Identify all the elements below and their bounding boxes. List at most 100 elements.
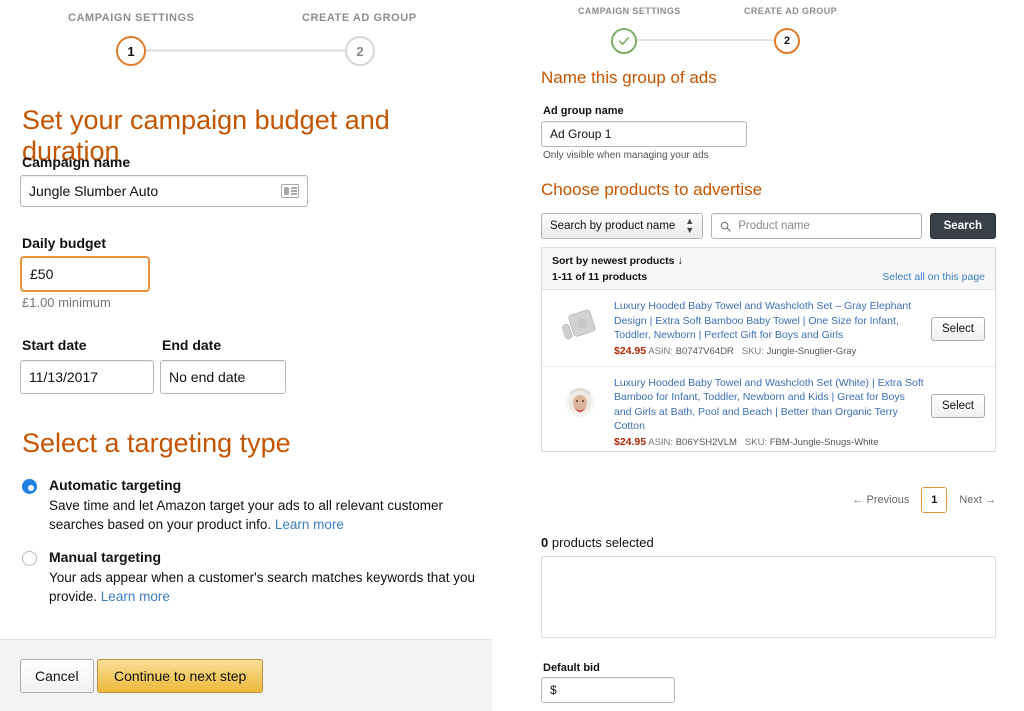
stepper2-connector-line (636, 39, 786, 41)
product-price: $24.95 (614, 344, 647, 357)
campaign-settings-panel: CAMPAIGN SETTINGS CREATE AD GROUP 1 2 Se… (0, 0, 512, 711)
automatic-targeting-learn-more-link[interactable]: Learn more (275, 517, 344, 532)
create-ad-group-panel: CAMPAIGN SETTINGS CREATE AD GROUP 2 Name… (512, 0, 1024, 711)
stepper-connector-line (146, 49, 346, 52)
product-thumbnail-white-towel (552, 376, 608, 432)
search-icon (720, 221, 731, 232)
next-page-button[interactable]: Next → (959, 494, 996, 506)
stepper-circle-1[interactable]: 1 (116, 36, 146, 66)
automatic-targeting-desc: Save time and let Amazon target your ads… (49, 496, 492, 534)
product-count-label: 1-11 of 11 products (552, 271, 648, 283)
product-asin-value: B0747V64DR (675, 345, 734, 357)
name-group-heading: Name this group of ads (541, 68, 717, 87)
radio-manual-targeting[interactable] (22, 551, 37, 566)
search-button[interactable]: Search (929, 213, 996, 239)
search-type-value: Search by product name (550, 220, 676, 232)
product-row: Luxury Hooded Baby Towel and Washcloth S… (542, 367, 995, 451)
ad-group-name-value: Ad Group 1 (550, 127, 612, 141)
page-root: CAMPAIGN SETTINGS CREATE AD GROUP 1 2 Se… (0, 0, 1024, 711)
campaign-name-label: Campaign name (22, 154, 131, 170)
ad-group-name-input[interactable]: Ad Group 1 (541, 121, 747, 147)
campaign-name-input[interactable]: Jungle Slumber Auto (20, 175, 308, 207)
product-meta: $24.95 ASIN: B06YSH2VLM SKU: FBM-Jungle-… (614, 436, 925, 449)
product-thumbnail-gray-towel (552, 299, 608, 355)
product-sku-key: SKU: (744, 436, 768, 448)
product-asin-key: ASIN: (648, 345, 674, 357)
step2-label-create-ad-group: CREATE AD GROUP (744, 6, 838, 16)
product-meta: $24.95 ASIN: B0747V64DR SKU: Jungle-Snug… (614, 345, 925, 358)
stepper2-circle-2[interactable]: 2 (774, 28, 800, 54)
selected-products-text: products selected (548, 535, 654, 550)
daily-budget-label: Daily budget (22, 235, 107, 251)
start-date-input[interactable]: 11/13/2017 (20, 360, 154, 394)
ad-group-name-label: Ad group name (543, 105, 624, 117)
product-asin-value: B06YSH2VLM (675, 436, 737, 448)
sort-arrow-down-icon: ↓ (677, 255, 683, 267)
end-date-input[interactable]: No end date (160, 360, 286, 394)
automatic-targeting-desc-text: Save time and let Amazon target your ads… (49, 498, 443, 532)
form-footer-bar: Cancel Continue to next step (0, 639, 492, 711)
previous-label: Previous (866, 494, 910, 506)
daily-budget-input[interactable]: £50 (20, 256, 150, 292)
choose-products-heading: Choose products to advertise (541, 180, 763, 199)
arrow-right-icon: → (985, 494, 996, 506)
select-product-button[interactable]: Select (931, 317, 985, 341)
step-label-create-ad-group: CREATE AD GROUP (302, 12, 417, 24)
product-price: $24.95 (614, 435, 647, 448)
next-label: Next (959, 494, 982, 506)
product-sku-value: Jungle-Snuglier-Gray (766, 345, 857, 357)
radio-automatic-targeting[interactable] (22, 479, 37, 494)
targeting-option-automatic[interactable]: Automatic targeting Save time and let Am… (22, 477, 492, 534)
checkmark-icon (618, 37, 630, 45)
selected-products-summary: 0 products selected (541, 535, 654, 550)
product-search-bar: Search by product name ▲ ▼ Product name S… (541, 213, 996, 239)
ad-group-name-hint: Only visible when managing your ads (543, 150, 709, 161)
product-search-input[interactable]: Product name (711, 213, 922, 239)
default-bid-value: $ (550, 683, 557, 697)
automatic-targeting-title: Automatic targeting (49, 477, 182, 493)
search-type-select[interactable]: Search by product name ▲ ▼ (541, 213, 704, 239)
product-details: Luxury Hooded Baby Towel and Washcloth S… (608, 299, 931, 358)
current-page-indicator[interactable]: 1 (921, 487, 948, 513)
arrow-left-icon: ← (852, 494, 864, 506)
step-label-campaign-settings: CAMPAIGN SETTINGS (68, 12, 195, 24)
start-date-label: Start date (22, 337, 87, 353)
manual-targeting-desc: Your ads appear when a customer's search… (49, 568, 492, 606)
default-bid-input[interactable]: $ (541, 677, 675, 703)
stepper2-circle-complete[interactable] (611, 28, 637, 54)
towel-gray-image (562, 309, 596, 340)
product-title-link[interactable]: Luxury Hooded Baby Towel and Washcloth S… (614, 299, 925, 343)
product-sku-key: SKU: (741, 345, 764, 357)
previous-page-button[interactable]: ← Previous (852, 494, 909, 506)
stepper-circle-2[interactable]: 2 (345, 36, 375, 66)
manual-targeting-title: Manual targeting (49, 549, 162, 565)
cancel-button[interactable]: Cancel (20, 659, 94, 693)
start-date-value: 11/13/2017 (29, 369, 99, 385)
stepper-step2: CAMPAIGN SETTINGS CREATE AD GROUP 2 (512, 6, 1024, 60)
sort-label: Sort by newest products (552, 255, 675, 267)
product-list-header: Sort by newest products ↓ 1-11 of 11 pro… (542, 248, 995, 290)
selected-products-dropzone[interactable] (541, 556, 996, 638)
default-bid-label: Default bid (543, 662, 600, 674)
chevron-updown-icon: ▲ ▼ (685, 216, 695, 235)
targeting-option-manual[interactable]: Manual targeting Your ads appear when a … (22, 549, 492, 606)
targeting-heading: Select a targeting type (22, 428, 291, 458)
step2-label-campaign-settings: CAMPAIGN SETTINGS (578, 6, 681, 16)
product-details: Luxury Hooded Baby Towel and Washcloth S… (608, 376, 931, 449)
daily-budget-value: £50 (30, 266, 54, 282)
towel-white-baby-image (565, 387, 595, 417)
end-date-label: End date (162, 337, 222, 353)
pagination: ← Previous 1 Next → (776, 487, 996, 513)
select-all-on-page-link[interactable]: Select all on this page (882, 271, 985, 283)
sort-control[interactable]: Sort by newest products ↓ (552, 255, 985, 267)
continue-to-next-step-button[interactable]: Continue to next step (97, 659, 264, 693)
contact-card-icon[interactable] (281, 184, 299, 198)
product-list: Sort by newest products ↓ 1-11 of 11 pro… (541, 247, 996, 452)
manual-targeting-learn-more-link[interactable]: Learn more (101, 589, 170, 604)
product-asin-key: ASIN: (648, 436, 674, 448)
stepper-step1: CAMPAIGN SETTINGS CREATE AD GROUP 1 2 (0, 12, 512, 74)
select-product-button[interactable]: Select (931, 393, 985, 418)
product-search-placeholder: Product name (738, 220, 810, 232)
product-title-link[interactable]: Luxury Hooded Baby Towel and Washcloth S… (614, 376, 925, 434)
product-sku-value: FBM-Jungle-Snugs-White (769, 436, 879, 448)
